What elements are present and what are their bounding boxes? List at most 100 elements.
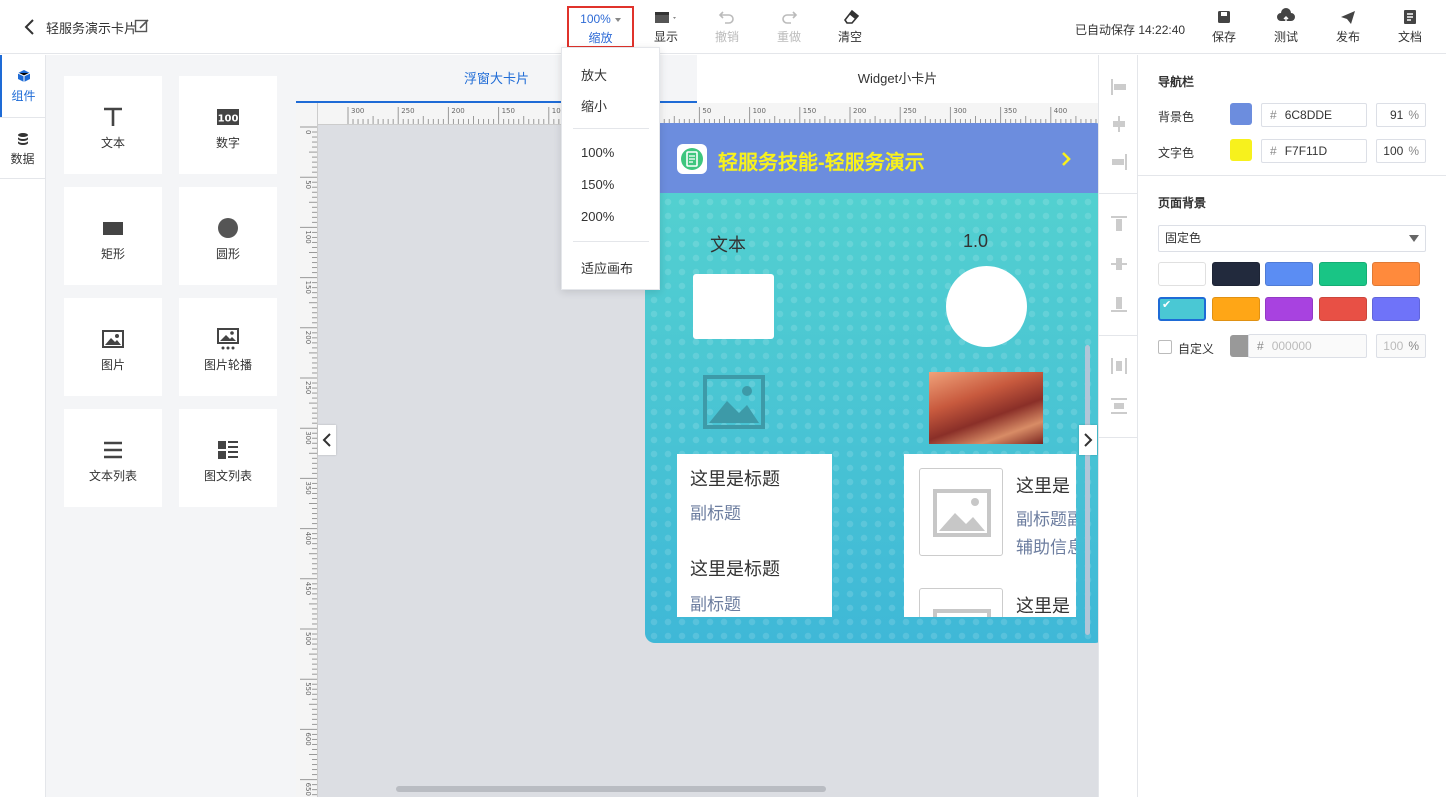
text-opacity-input[interactable]: 100%	[1376, 139, 1426, 163]
svg-text:100: 100	[218, 114, 239, 125]
carousel-prev-button[interactable]	[318, 425, 336, 455]
palette-item-text[interactable]: 文本	[64, 76, 162, 174]
database-icon	[17, 133, 28, 145]
undo-button[interactable]: 撤销	[715, 8, 739, 45]
palette-item-circle[interactable]: 圆形	[179, 187, 277, 285]
palette-item-number[interactable]: 100 数字	[179, 76, 277, 174]
edit-icon[interactable]	[134, 18, 150, 34]
zoom-control[interactable]: 100% 缩放	[567, 6, 634, 48]
palette-item-label: 图文列表	[203, 469, 252, 483]
list-item-aux: 辅助信息	[1016, 538, 1076, 557]
circle-icon	[218, 218, 238, 238]
align-middle-v-icon[interactable]	[1110, 255, 1128, 273]
custom-color-input[interactable]: #000000	[1248, 334, 1367, 358]
display-button[interactable]: 显示	[652, 8, 680, 45]
undo-label: 撤销	[715, 30, 740, 44]
docs-label: 文档	[1398, 30, 1423, 44]
text-color-input[interactable]: # F7F11D	[1261, 139, 1367, 163]
hash-prefix: #	[1257, 339, 1264, 353]
align-right-icon[interactable]	[1110, 153, 1128, 171]
rail-item-components[interactable]: 组件	[0, 55, 45, 117]
preset-color-swatch[interactable]	[1318, 297, 1367, 321]
text-list-element[interactable]: 这里是标题 副标题 这里是标题 副标题	[677, 454, 832, 617]
card-rectangle-element[interactable]	[693, 274, 774, 339]
distribute-vertical-icon[interactable]	[1110, 397, 1128, 415]
align-bottom-icon[interactable]	[1110, 295, 1128, 313]
preset-color-swatch[interactable]	[1158, 262, 1206, 286]
autosave-status: 已自动保存 14:22:40	[1075, 23, 1186, 37]
card-circle-element[interactable]	[946, 266, 1027, 347]
palette-item-image[interactable]: 图片	[64, 298, 162, 396]
preset-color-swatch[interactable]	[1265, 297, 1313, 321]
preset-color-swatch[interactable]	[1318, 262, 1367, 286]
preset-color-swatch[interactable]	[1372, 297, 1420, 321]
menu-item-200[interactable]: 200%	[581, 209, 614, 224]
distribute-horizontal-icon[interactable]	[1110, 357, 1128, 375]
text-color-swatch[interactable]	[1230, 139, 1252, 161]
bg-opacity-input[interactable]: 91%	[1376, 103, 1426, 127]
docs-button[interactable]: 文档	[1398, 8, 1422, 45]
app-logo-icon	[681, 148, 703, 170]
preset-color-swatch[interactable]: ✔	[1158, 297, 1206, 321]
palette-item-label: 文本列表	[88, 469, 137, 483]
card-scrollbar[interactable]	[1085, 345, 1090, 635]
align-center-h-icon[interactable]	[1110, 115, 1128, 133]
chevron-right-icon[interactable]	[1059, 151, 1073, 167]
align-top-icon[interactable]	[1110, 215, 1128, 233]
carousel-next-button[interactable]	[1079, 425, 1097, 455]
preset-color-swatch[interactable]	[1211, 297, 1260, 321]
menu-item-zoom-in[interactable]: 放大	[581, 65, 607, 84]
palette-item-rectangle[interactable]: 矩形	[64, 187, 162, 285]
ruler-tick-label: 500	[304, 632, 312, 645]
clear-button[interactable]: 清空	[838, 8, 862, 45]
canvas-area: 浮窗大卡片 Widget小卡片 300250200150100500501001…	[296, 55, 1098, 797]
preset-color-swatch[interactable]	[1265, 262, 1313, 286]
number-icon: 100	[217, 109, 239, 125]
align-left-icon[interactable]	[1110, 78, 1128, 96]
menu-item-zoom-out[interactable]: 缩小	[581, 96, 607, 115]
send-icon	[1341, 11, 1355, 24]
ruler-tick-label: 150	[803, 107, 816, 115]
menu-item-fit-canvas[interactable]: 适应画布	[581, 258, 633, 277]
back-arrow-icon[interactable]	[22, 17, 38, 37]
card-text-element[interactable]: 文本	[710, 231, 746, 257]
bg-color-swatch[interactable]	[1230, 103, 1252, 125]
percent-unit: %	[1408, 339, 1419, 353]
test-button[interactable]: 测试	[1274, 8, 1298, 45]
section-title-page-bg: 页面背景	[1158, 196, 1207, 210]
canvas-horizontal-scrollbar[interactable]	[396, 786, 826, 792]
custom-opacity-input[interactable]: 100%	[1376, 334, 1426, 358]
menu-item-100[interactable]: 100%	[581, 145, 614, 160]
image-placeholder-icon	[933, 489, 991, 537]
bg-mode-select[interactable]: 固定色	[1158, 225, 1426, 252]
publish-button[interactable]: 发布	[1336, 8, 1360, 45]
custom-color-checkbox[interactable]	[1158, 340, 1172, 354]
rail-item-data[interactable]: 数据	[0, 117, 45, 179]
preset-color-swatch[interactable]	[1211, 262, 1260, 286]
ruler-tick-label: 550	[304, 682, 312, 695]
preset-color-swatch[interactable]	[1372, 262, 1420, 286]
chevron-right-icon	[1084, 433, 1093, 447]
save-button[interactable]: 保存	[1212, 8, 1236, 45]
custom-color-label: 自定义	[1178, 342, 1215, 356]
palette-item-carousel[interactable]: 图片轮播	[179, 298, 277, 396]
image-text-list-element[interactable]: 这里是 副标题副 辅助信息 这里是	[904, 454, 1076, 617]
tab-widget-card[interactable]: Widget小卡片	[697, 55, 1098, 103]
palette-item-text-list[interactable]: 文本列表	[64, 409, 162, 507]
carousel-photo[interactable]	[929, 372, 1043, 444]
rail-data-label: 数据	[10, 152, 35, 166]
menu-divider	[573, 128, 649, 129]
ruler-tick-label: 600	[304, 732, 312, 745]
undo-icon	[718, 11, 734, 24]
card-number-element[interactable]: 1.0	[963, 231, 988, 252]
card-navbar[interactable]: 轻服务技能-轻服务演示	[645, 123, 1098, 193]
redo-button[interactable]: 重做	[777, 8, 801, 45]
bg-color-label: 背景色	[1158, 110, 1195, 124]
bg-color-input[interactable]: #6C8DDE	[1261, 103, 1367, 127]
carousel-icon	[217, 328, 239, 350]
image-placeholder-icon[interactable]	[703, 375, 765, 429]
ruler-tick-label: 250	[903, 107, 916, 115]
palette-item-image-text-list[interactable]: 图文列表	[179, 409, 277, 507]
display-icon	[655, 12, 676, 23]
menu-item-150[interactable]: 150%	[581, 177, 614, 192]
